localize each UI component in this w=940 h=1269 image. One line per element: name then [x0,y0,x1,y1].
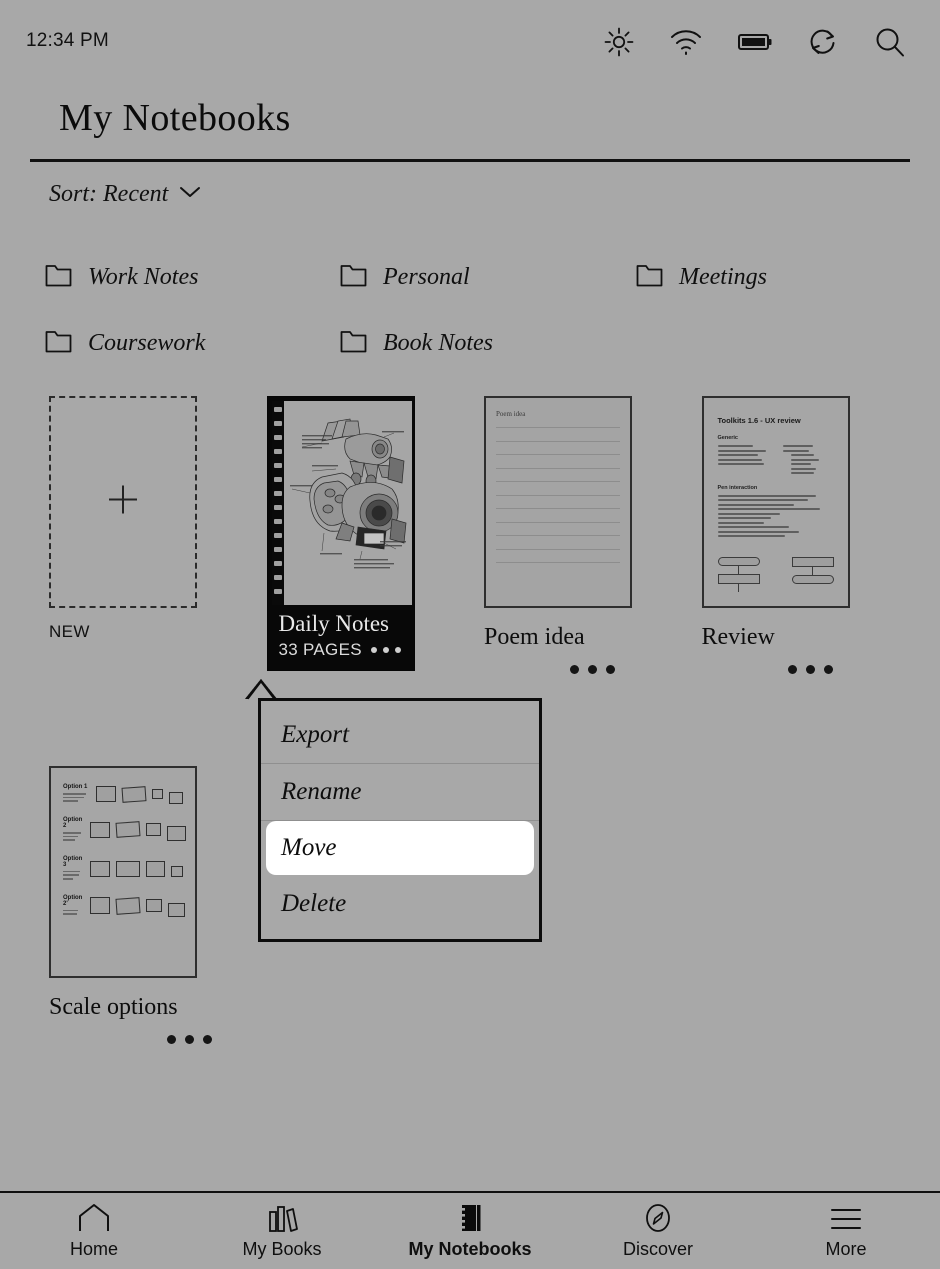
folder-row: Work Notes Personal Meetings [45,244,915,310]
ruled-page-artwork: Poem idea [486,398,630,606]
context-menu-list: Export Rename Move Delete [261,701,539,938]
context-menu: Export Rename Move Delete [258,698,542,942]
scale-option-row: Option 2 [63,817,187,843]
folder-label: Meetings [679,263,767,290]
notebook-icon [453,1203,487,1233]
search-icon[interactable] [874,26,906,58]
notebook-thumbnail [271,401,412,605]
folder-icon [340,263,367,292]
menu-item-rename[interactable]: Rename [261,764,539,821]
nav-item-my-books[interactable]: My Books [188,1193,376,1269]
notebook-overflow-menu-button[interactable] [370,647,403,654]
brightness-icon[interactable] [604,27,634,57]
sketch-artwork [283,401,412,605]
scale-options-artwork: Option 1 Option 2 Option 3 Option 2' [51,768,195,976]
folder-icon [340,329,367,358]
new-notebook-button[interactable] [49,396,197,608]
folder-personal[interactable]: Personal [340,244,636,310]
home-icon [77,1203,111,1233]
notebook-cell-scale-options: Option 1 Option 2 Option 3 Option 2' Sca… [49,766,268,1044]
folder-icon [45,329,72,358]
folder-row: Coursework Book Notes [45,310,915,376]
folder-coursework[interactable]: Coursework [45,310,340,376]
title-divider [30,159,910,162]
status-icons [604,26,906,58]
nav-item-discover[interactable]: Discover [564,1193,752,1269]
folder-label: Book Notes [383,329,493,356]
nav-label: Discover [622,1238,693,1259]
notebook-overflow-menu-button[interactable] [570,665,702,674]
menu-icon [829,1203,863,1233]
sort-label: Sort: Recent [49,181,169,207]
folder-book-notes[interactable]: Book Notes [340,310,636,376]
notebook-overflow-menu-button[interactable] [167,1035,268,1044]
scale-option-row: Option 3 [63,855,184,882]
nav-item-my-notebooks[interactable]: My Notebooks [376,1193,564,1269]
notebook-cell-review: Toolkits 1.6 - UX review Generic Pen int… [701,396,920,674]
status-bar: 12:34 PM [0,0,940,78]
plus-icon [103,480,143,525]
notebook-thumbnail[interactable]: Option 1 Option 2 Option 3 Option 2' [49,766,197,978]
scale-option-row: Option 2' [63,894,186,917]
notebook-cell-daily-notes: Daily Notes 33 PAGES [266,396,485,674]
thumb-header-text: Poem idea [496,410,526,418]
notebook-row: NEW Daily Notes 33 PAGES Poem idea Poem … [49,396,919,674]
notebook-page-count: 33 PAGES [278,640,362,660]
nav-label: My Notebooks [408,1238,532,1259]
page-title: My Notebooks [59,97,291,139]
notebook-thumbnail[interactable]: Toolkits 1.6 - UX review Generic Pen int… [701,396,850,608]
spiral-binding [271,401,284,605]
folder-label: Work Notes [88,263,199,290]
notebook-overflow-menu-button[interactable] [787,665,920,674]
nav-item-more[interactable]: More [752,1193,940,1269]
doc-section: Generic [717,435,738,441]
option-label: Option 1 [63,784,88,790]
context-menu-caret [245,679,277,700]
doc-title: Toolkits 1.6 - UX review [717,416,801,425]
folder-list: Work Notes Personal Meetings Coursework … [45,244,915,376]
notebook-title: Poem idea [484,624,585,650]
option-label: Option 3 [63,855,83,868]
folder-work-notes[interactable]: Work Notes [45,244,340,310]
notebook-cell-poem-idea: Poem idea Poem idea [484,396,702,674]
nav-label: More [825,1238,867,1259]
option-label: Option 2 [63,817,83,829]
notebook-card-selected[interactable]: Daily Notes 33 PAGES [266,396,415,672]
wifi-icon[interactable] [670,28,702,56]
doc-section: Pen interaction [717,484,758,491]
ux-review-artwork: Toolkits 1.6 - UX review Generic Pen int… [703,398,848,606]
folder-icon [636,263,663,292]
menu-item-delete[interactable]: Delete [261,875,539,932]
sort-control[interactable]: Sort: Recent [49,181,201,208]
books-icon [265,1203,299,1233]
notebook-meta: Daily Notes 33 PAGES [272,605,410,670]
new-notebook-cell: NEW [49,396,267,674]
nav-label: My Books [242,1238,322,1259]
battery-icon[interactable] [738,32,772,52]
folder-label: Coursework [88,329,206,356]
notebook-thumbnail[interactable]: Poem idea [484,396,632,608]
refresh-icon[interactable] [808,27,838,57]
menu-item-move[interactable]: Move [266,821,534,875]
notebook-title: Daily Notes [278,611,390,636]
nav-label: Home [69,1238,118,1259]
notebook-title: Scale options [49,994,178,1020]
nav-item-home[interactable]: Home [0,1193,188,1269]
new-notebook-label: NEW [49,622,90,641]
menu-item-export[interactable]: Export [261,707,539,764]
option-label: Option 2' [63,894,83,907]
status-clock: 12:34 PM [26,30,109,51]
chevron-down-icon [179,185,201,204]
scale-option-row: Option 1 [63,784,183,804]
folder-icon [45,263,72,292]
notebook-title: Review [701,624,775,650]
folder-label: Personal [383,263,470,290]
bottom-navigation: Home My Books My Notebooks Discover More [0,1191,940,1269]
folder-meetings[interactable]: Meetings [636,244,767,310]
ereader-screen: 12:34 PM My Notebooks Sort: Recent Work … [0,0,940,1269]
compass-icon [641,1203,675,1233]
